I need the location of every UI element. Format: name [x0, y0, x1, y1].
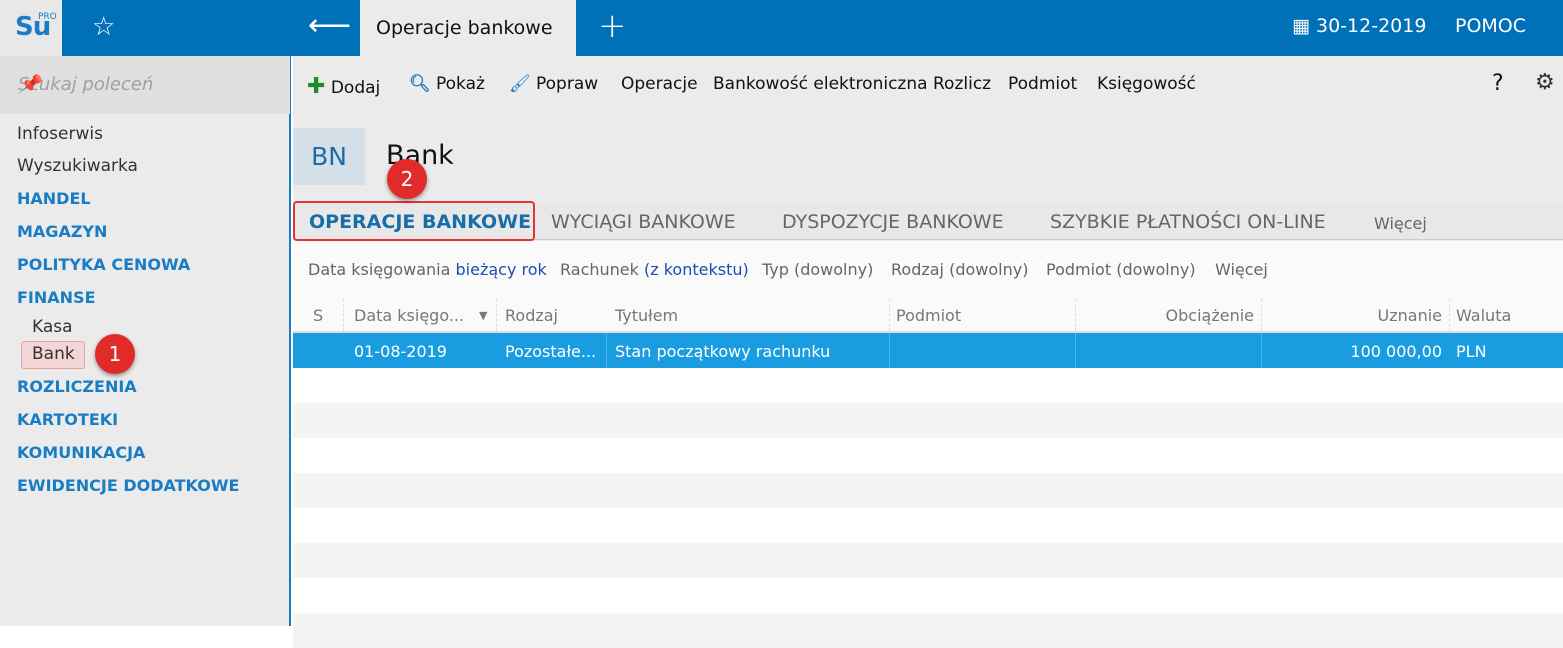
empty-row: [293, 403, 1563, 438]
tab-szybkie-platnosci[interactable]: SZYBKIE PŁATNOŚCI ON-LINE: [1050, 211, 1326, 233]
ksiegowosc-menu[interactable]: Księgowość: [1097, 74, 1196, 94]
sidebar-section-kartoteki[interactable]: KARTOTEKI: [17, 410, 118, 429]
back-arrow-icon[interactable]: ⟵: [308, 8, 351, 43]
empty-row: [293, 613, 1563, 648]
date-display[interactable]: ▦ 30-12-2019: [1292, 15, 1426, 37]
search-icon: 🔍︎: [409, 74, 431, 94]
step-badge-2: 2: [387, 159, 427, 199]
help-icon[interactable]: ?: [1492, 71, 1504, 96]
table-header: S Data księgo... ▼ Rodzaj Tytułem Podmio…: [293, 297, 1563, 333]
sidebar-section-magazyn[interactable]: MAGAZYN: [17, 222, 107, 241]
sidebar-section-rozliczenia[interactable]: ROZLICZENIA: [17, 377, 137, 396]
tab-wyciagi-bankowe[interactable]: WYCIĄGI BANKOWE: [551, 211, 736, 233]
empty-row: [293, 368, 1563, 403]
filter-podmiot[interactable]: Podmiot (dowolny): [1046, 260, 1196, 279]
add-button[interactable]: ✚ Dodaj: [307, 74, 380, 99]
bankowosc-menu[interactable]: Bankowość elektroniczna: [713, 74, 928, 94]
new-tab-plus-icon[interactable]: +: [598, 6, 627, 46]
tab-dyspozycje-bankowe[interactable]: DYSPOZYCJE BANKOWE: [782, 211, 1004, 233]
toolbar: ✚ Dodaj 🔍︎ Pokaż 🖌︎ Popraw Operacje Bank…: [293, 56, 1563, 114]
filter-data[interactable]: Data księgowania bieżący rok: [308, 260, 547, 279]
command-search-input[interactable]: Szukaj poleceń 📌: [0, 56, 290, 114]
filter-wiecej[interactable]: Więcej: [1215, 260, 1268, 279]
col-podmiot[interactable]: Podmiot: [896, 306, 961, 325]
col-data[interactable]: Data księgo...: [354, 306, 464, 325]
empty-row: [293, 543, 1563, 578]
tab-wiecej[interactable]: Więcej: [1374, 214, 1427, 233]
sidebar-section-handel[interactable]: HANDEL: [17, 189, 91, 208]
filter-rodzaj[interactable]: Rodzaj (dowolny): [891, 260, 1028, 279]
edit-button[interactable]: 🖌︎ Popraw: [509, 74, 598, 94]
empty-row: [293, 508, 1563, 543]
filter-bar: Data księgowania bieżący rok Rachunek (z…: [293, 241, 1563, 297]
podmiot-menu[interactable]: Podmiot: [1008, 74, 1077, 94]
sidebar: Szukaj poleceń 📌 Infoserwis Wyszukiwarka …: [0, 56, 291, 626]
favorites-star-icon[interactable]: ☆: [92, 12, 115, 42]
brush-icon: 🖌︎: [509, 74, 531, 94]
show-button[interactable]: 🔍︎ Pokaż: [409, 74, 485, 94]
col-uznanie[interactable]: Uznanie: [1378, 306, 1442, 325]
col-obciazenie[interactable]: Obciążenie: [1166, 306, 1254, 325]
operacje-menu[interactable]: Operacje: [621, 74, 698, 94]
sidebar-item-kasa[interactable]: Kasa: [32, 317, 73, 337]
filter-rachunek[interactable]: Rachunek (z kontekstu): [560, 260, 749, 279]
empty-row: [293, 473, 1563, 508]
module-code: BN: [293, 128, 365, 185]
tab-operacje-bankowe[interactable]: Operacje bankowe: [360, 0, 576, 56]
col-waluta[interactable]: Waluta: [1456, 306, 1511, 325]
step-badge-1: 1: [95, 334, 135, 374]
col-rodzaj[interactable]: Rodzaj: [505, 306, 558, 325]
plus-icon: ✚: [307, 74, 326, 99]
filter-typ[interactable]: Typ (dowolny): [762, 260, 873, 279]
tab-highlight-box: [293, 201, 535, 241]
empty-row: [293, 578, 1563, 613]
help-link[interactable]: POMOC: [1455, 15, 1526, 37]
sidebar-section-ewidencje[interactable]: EWIDENCJE DODATKOWE: [17, 476, 239, 495]
main-content: BN Bank OPERACJE BANKOWE WYCIĄGI BANKOWE…: [293, 114, 1563, 648]
calendar-icon: ▦: [1292, 15, 1316, 37]
rozlicz-button[interactable]: Rozlicz: [933, 74, 991, 94]
sort-desc-icon[interactable]: ▼: [479, 309, 487, 322]
pin-icon[interactable]: 📌: [18, 74, 40, 95]
operations-table: S Data księgo... ▼ Rodzaj Tytułem Podmio…: [293, 297, 1563, 648]
empty-row: [293, 438, 1563, 473]
sidebar-item-infoserwis[interactable]: Infoserwis: [17, 124, 103, 144]
sidebar-section-polityka-cenowa[interactable]: POLITYKA CENOWA: [17, 255, 190, 274]
col-s[interactable]: S: [313, 306, 323, 325]
col-tytulem[interactable]: Tytułem: [615, 306, 678, 325]
sidebar-section-komunikacja[interactable]: KOMUNIKACJA: [17, 443, 145, 462]
app-logo[interactable]: Su PRO: [0, 0, 62, 56]
sidebar-item-wyszukiwarka[interactable]: Wyszukiwarka: [17, 156, 138, 176]
sidebar-item-bank[interactable]: Bank: [32, 344, 75, 364]
table-row[interactable]: 01-08-2019 Pozostałe... Stan początkowy …: [293, 333, 1563, 368]
gear-icon[interactable]: ⚙: [1535, 70, 1555, 95]
sidebar-section-finanse[interactable]: FINANSE: [17, 288, 96, 307]
top-bar: Su PRO ☆ ⟵ Operacje bankowe + ▦ 30-12-201…: [0, 0, 1563, 56]
